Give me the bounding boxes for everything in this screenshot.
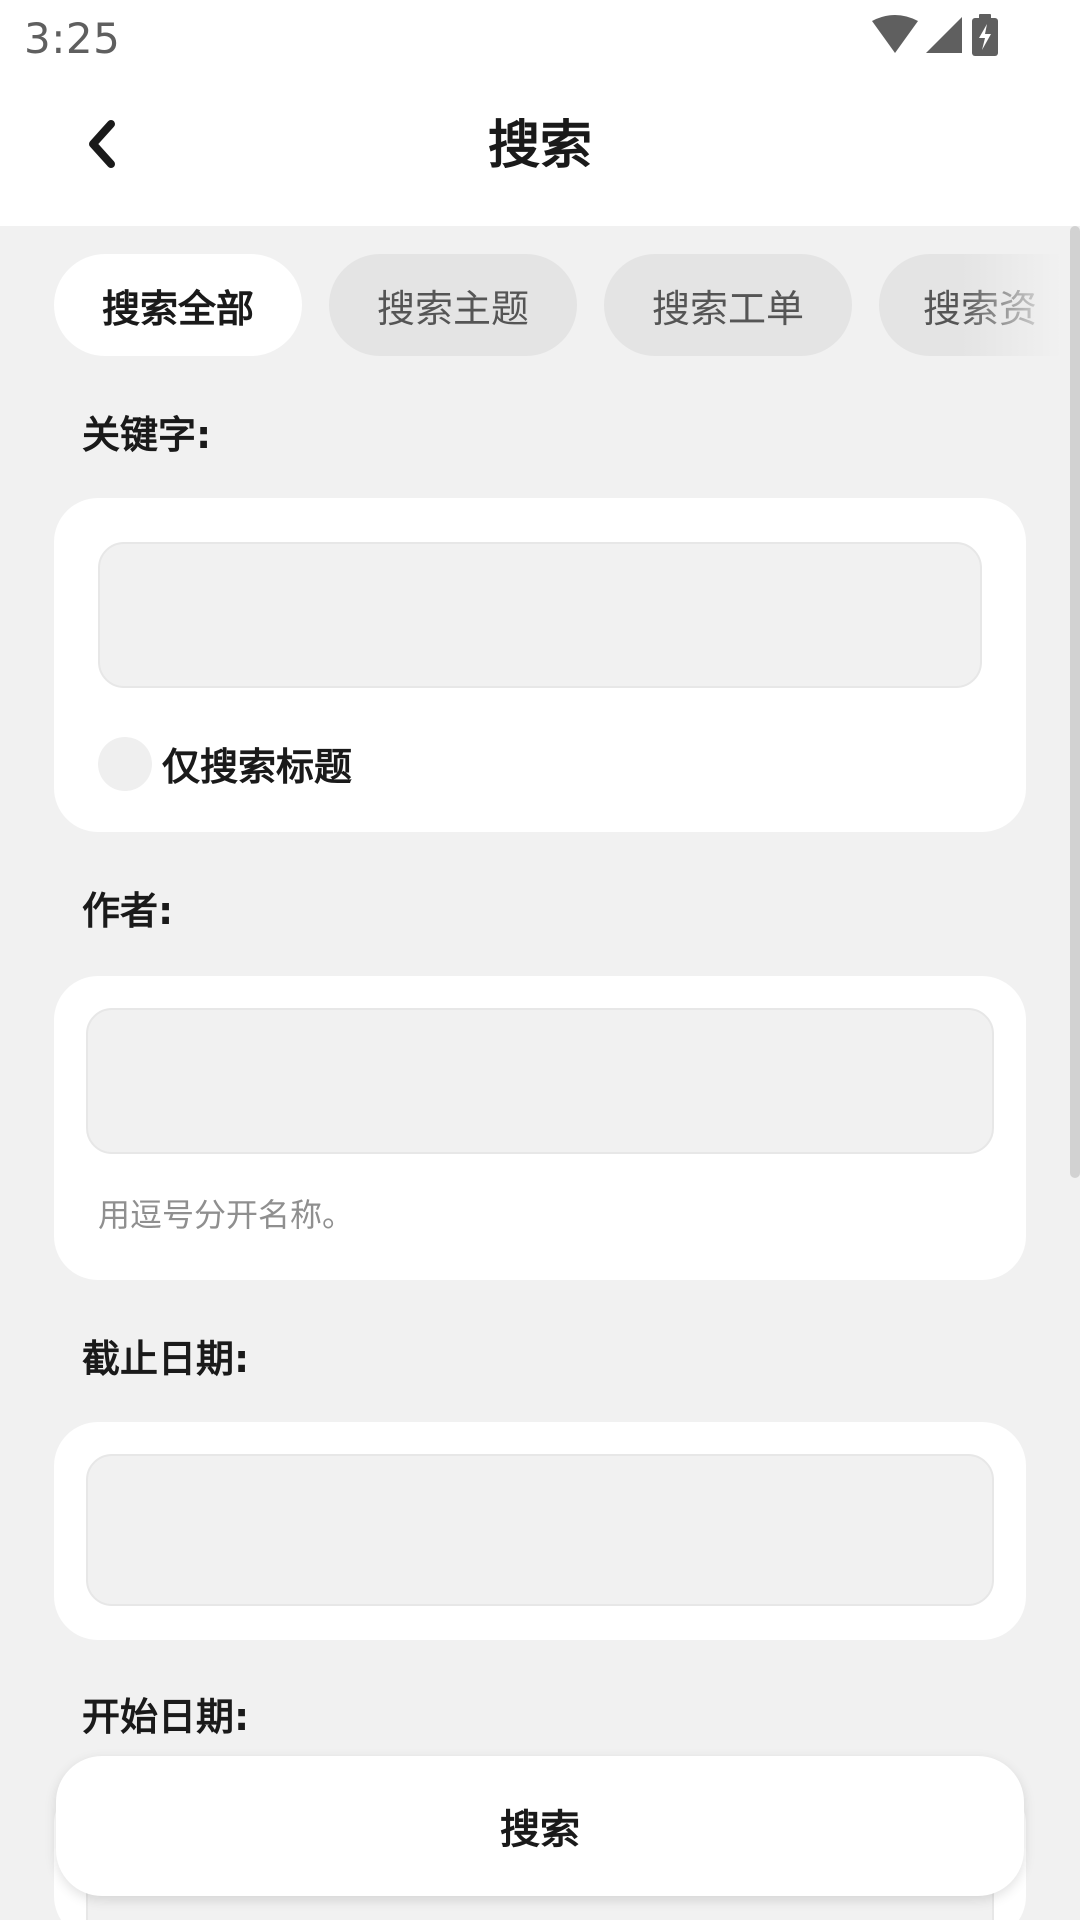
- start-date-label: 开始日期:: [82, 1695, 250, 1739]
- signal-icon: [924, 15, 964, 55]
- tab-search-resources[interactable]: 搜索资: [879, 254, 1080, 356]
- title-only-label: 仅搜索标题: [162, 745, 353, 789]
- scrollbar[interactable]: [1070, 226, 1080, 1178]
- tab-search-topics[interactable]: 搜索主题: [329, 254, 577, 356]
- author-card: 用逗号分开名称。: [54, 976, 1026, 1280]
- end-date-label: 截止日期:: [82, 1337, 250, 1381]
- title-only-option[interactable]: 仅搜索标题: [98, 736, 352, 791]
- search-page: 3:25 搜索 搜索全部 搜索主题 搜索工单 搜索资 关键字: 仅搜索标题 作者…: [0, 0, 1080, 1920]
- page-title: 搜索: [487, 116, 592, 176]
- title-only-radio[interactable]: [98, 736, 152, 791]
- status-icons: [872, 14, 1000, 56]
- tab-search-all[interactable]: 搜索全部: [54, 254, 302, 356]
- keyword-label: 关键字:: [82, 413, 212, 457]
- wifi-icon: [872, 15, 918, 55]
- battery-charging-icon: [970, 14, 1000, 56]
- author-label: 作者:: [82, 889, 174, 933]
- status-time: 3:25: [24, 14, 121, 63]
- top-bar: 3:25 搜索: [0, 0, 1080, 226]
- search-type-tabs: 搜索全部 搜索主题 搜索工单 搜索资: [54, 254, 1080, 356]
- author-input[interactable]: [86, 1008, 994, 1154]
- keyword-input[interactable]: [98, 542, 982, 688]
- end-date-card: [54, 1422, 1026, 1640]
- keyword-card: 仅搜索标题: [54, 498, 1026, 832]
- tab-search-tickets[interactable]: 搜索工单: [604, 254, 852, 356]
- search-button[interactable]: 搜索: [56, 1756, 1024, 1896]
- end-date-input[interactable]: [86, 1454, 994, 1606]
- author-helper-text: 用逗号分开名称。: [98, 1196, 355, 1234]
